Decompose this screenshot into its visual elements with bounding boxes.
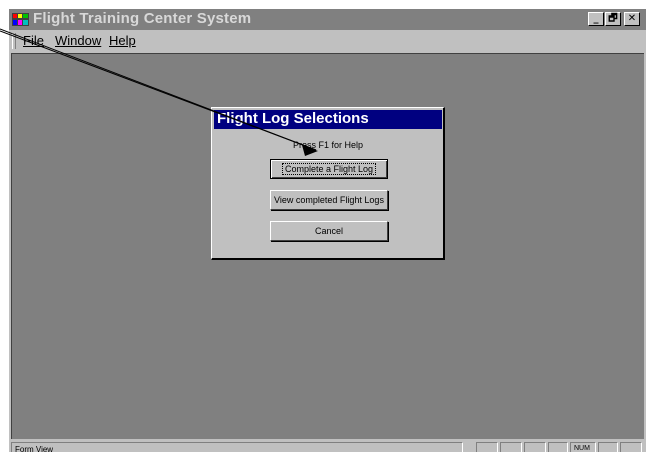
complete-flight-log-label: Complete a Flight Log — [281, 163, 377, 175]
view-completed-flight-logs-label: View completed Flight Logs — [274, 195, 384, 205]
status-panel-4 — [548, 442, 568, 452]
menu-bar: File Window Help — [9, 31, 646, 51]
status-panel-1 — [476, 442, 498, 452]
dialog-help-text: Press F1 for Help — [292, 140, 364, 150]
dialog-title-bar[interactable]: Flight Log Selections — [214, 110, 442, 129]
menu-help-label: Help — [109, 33, 136, 48]
menu-file-label: File — [23, 33, 44, 48]
close-button[interactable]: ✕ — [624, 12, 640, 26]
menu-window-label: Window — [55, 33, 102, 48]
status-num: NUM — [574, 445, 590, 452]
status-panel-2 — [500, 442, 522, 452]
restore-button[interactable]: 🗗 — [605, 12, 621, 26]
menu-grip — [12, 33, 16, 49]
status-text: Form View — [15, 445, 54, 454]
menu-window[interactable]: Window — [55, 33, 101, 48]
flight-log-dialog: Flight Log Selections Press F1 for Help … — [211, 107, 445, 260]
cancel-label: Cancel — [314, 226, 343, 236]
complete-flight-log-button[interactable]: Complete a Flight Log — [270, 159, 388, 179]
status-bar: Form View NUM — [9, 441, 646, 454]
window-title: Flight Training Center System — [33, 10, 252, 27]
app-icon — [12, 13, 29, 26]
status-panel-3 — [524, 442, 546, 452]
menu-help[interactable]: Help — [109, 33, 136, 48]
status-num-panel: NUM — [570, 442, 596, 452]
view-completed-flight-logs-button[interactable]: View completed Flight Logs — [270, 190, 388, 210]
minimize-button[interactable]: _ — [588, 12, 604, 26]
cancel-button[interactable]: Cancel — [270, 221, 388, 241]
status-main-panel: Form View — [11, 442, 463, 454]
title-bar[interactable]: Flight Training Center System _ 🗗 ✕ — [9, 9, 646, 30]
menu-file[interactable]: File — [23, 33, 44, 48]
status-panel-7 — [620, 442, 642, 452]
dialog-title: Flight Log Selections — [217, 110, 369, 127]
status-panel-6 — [598, 442, 618, 452]
